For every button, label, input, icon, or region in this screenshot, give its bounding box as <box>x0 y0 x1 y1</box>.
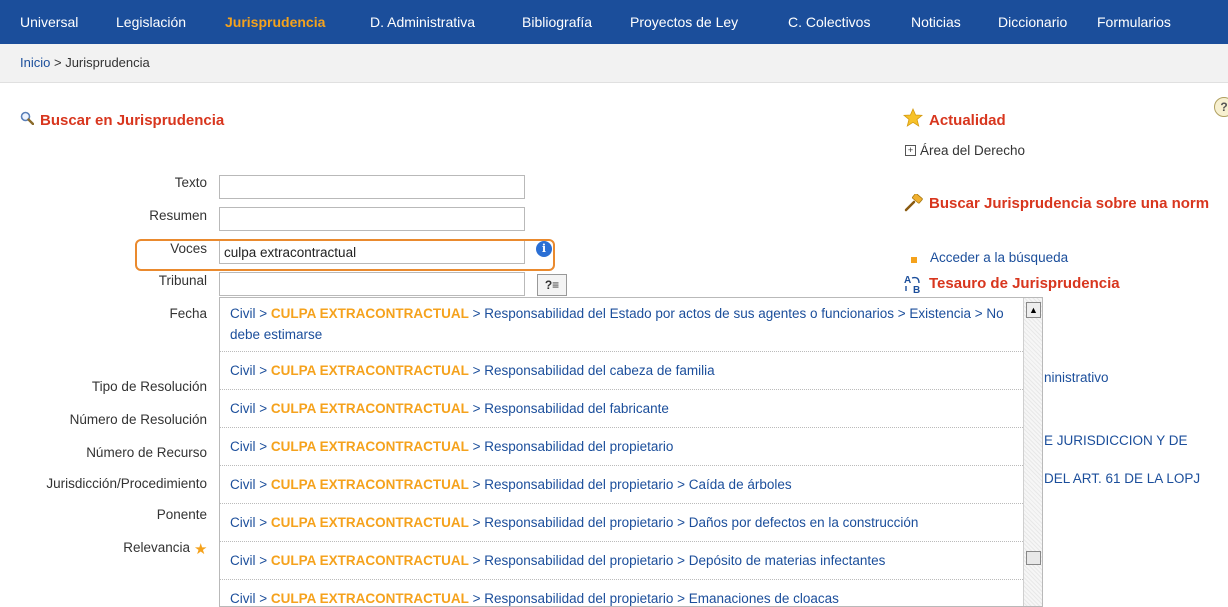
autocomplete-option[interactable]: Civil > CULPA EXTRACONTRACTUAL > Respons… <box>220 390 1023 428</box>
nav-formularios[interactable]: Formularios <box>1097 0 1171 44</box>
scroll-up-arrow-icon[interactable]: ▲ <box>1026 302 1041 318</box>
label-numero-recurso: Número de Recurso <box>86 445 207 460</box>
magnifier-icon <box>20 111 34 125</box>
option-text: > Responsabilidad del propietario > Daño… <box>468 515 919 530</box>
label-tipo-resolucion: Tipo de Resolución <box>91 379 207 394</box>
option-keyword: CULPA EXTRACONTRACTUAL <box>270 363 469 378</box>
option-prefix: Civil > <box>230 439 271 454</box>
autocomplete-option[interactable]: Civil > CULPA EXTRACONTRACTUAL > Respons… <box>220 298 1023 352</box>
breadcrumb-bar: Inicio > Jurisprudencia <box>0 44 1228 83</box>
voces-highlight <box>135 239 555 271</box>
expand-icon: + <box>905 144 916 156</box>
tesauro-item-partial[interactable]: DEL ART. 61 DE LA LOPJ <box>1044 471 1200 486</box>
autocomplete-option[interactable]: Civil > CULPA EXTRACONTRACTUAL > Respons… <box>220 504 1023 542</box>
option-keyword: CULPA EXTRACONTRACTUAL <box>270 553 469 568</box>
thesaurus-button[interactable]: ?≡ <box>537 274 567 296</box>
autocomplete-scrollbar[interactable]: ▲ <box>1023 298 1042 606</box>
nav-diccionario[interactable]: Diccionario <box>998 0 1067 44</box>
option-prefix: Civil > <box>230 401 271 416</box>
star-icon <box>903 108 923 127</box>
breadcrumb-home[interactable]: Inicio <box>20 55 50 70</box>
option-prefix: Civil > <box>230 591 271 606</box>
acceder-busqueda-link[interactable]: Acceder a la búsqueda <box>930 250 1068 265</box>
nav-legislacion[interactable]: Legislación <box>116 0 186 44</box>
label-tribunal: Tribunal <box>158 273 207 288</box>
search-title: Buscar en Jurisprudencia <box>40 112 225 129</box>
breadcrumb: Inicio > Jurisprudencia <box>20 55 150 70</box>
autocomplete-option[interactable]: Civil > CULPA EXTRACONTRACTUAL > Respons… <box>220 428 1023 466</box>
nav-d-administrativa[interactable]: D. Administrativa <box>370 0 475 44</box>
option-text: > Responsabilidad del propietario > Eman… <box>468 591 839 606</box>
label-texto: Texto <box>174 175 207 190</box>
option-keyword: CULPA EXTRACONTRACTUAL <box>270 401 469 416</box>
info-icon[interactable]: i <box>536 241 552 257</box>
thesaurus-az-icon: A B <box>904 275 920 294</box>
top-nav: Universal Legislación Jurisprudencia D. … <box>0 0 1228 44</box>
label-fecha: Fecha <box>169 306 207 321</box>
autocomplete-option[interactable]: Civil > CULPA EXTRACONTRACTUAL > Respons… <box>220 466 1023 504</box>
star-icon: ★ <box>194 541 208 558</box>
option-keyword: CULPA EXTRACONTRACTUAL <box>270 439 469 454</box>
option-keyword: CULPA EXTRACONTRACTUAL <box>270 477 469 492</box>
option-prefix: Civil > <box>230 363 271 378</box>
autocomplete-option[interactable]: Civil > CULPA EXTRACONTRACTUAL > Respons… <box>220 352 1023 390</box>
tesauro-item-partial[interactable]: ninistrativo <box>1044 370 1109 385</box>
help-icon[interactable]: ? <box>1214 97 1228 117</box>
gavel-icon <box>904 194 923 212</box>
area-derecho-link[interactable]: + Área del Derecho <box>905 143 1025 158</box>
option-keyword: CULPA EXTRACONTRACTUAL <box>270 306 469 321</box>
nav-proyectos-de-ley[interactable]: Proyectos de Ley <box>630 0 738 44</box>
option-keyword: CULPA EXTRACONTRACTUAL <box>270 591 469 606</box>
option-prefix: Civil > <box>230 477 271 492</box>
bullet-icon <box>911 257 917 263</box>
option-prefix: Civil > <box>230 515 271 530</box>
option-text: > Responsabilidad del propietario > Depó… <box>468 553 886 568</box>
option-prefix: Civil > <box>230 553 271 568</box>
texto-input[interactable] <box>219 175 525 199</box>
nav-universal[interactable]: Universal <box>20 0 78 44</box>
nav-bibliografia[interactable]: Bibliografía <box>522 0 592 44</box>
area-derecho-label: Área del Derecho <box>920 143 1026 158</box>
autocomplete-option[interactable]: Civil > CULPA EXTRACONTRACTUAL > Respons… <box>220 580 1023 606</box>
option-text: > Responsabilidad del propietario <box>468 439 674 454</box>
label-jurisdiccion: Jurisdicción/Procedimiento <box>46 476 207 491</box>
autocomplete-dropdown: Civil > CULPA EXTRACONTRACTUAL > Respons… <box>219 297 1043 607</box>
actualidad-title: Actualidad <box>929 112 1006 129</box>
label-numero-resolucion: Número de Resolución <box>69 412 207 427</box>
scrollbar-thumb[interactable] <box>1026 551 1041 565</box>
svg-text:A: A <box>904 275 911 286</box>
option-keyword: CULPA EXTRACONTRACTUAL <box>270 515 469 530</box>
breadcrumb-separator: > <box>53 55 62 70</box>
nav-jurisprudencia[interactable]: Jurisprudencia <box>225 0 325 44</box>
buscar-norma-title: Buscar Jurisprudencia sobre una norm <box>929 195 1210 212</box>
label-relevancia: Relevancia <box>123 540 190 555</box>
resumen-input[interactable] <box>219 207 525 231</box>
tesauro-item-partial[interactable]: E JURISDICCION Y DE <box>1044 433 1188 448</box>
option-text: > Responsabilidad del propietario > Caíd… <box>468 477 792 492</box>
breadcrumb-current: Jurisprudencia <box>65 55 150 70</box>
nav-c-colectivos[interactable]: C. Colectivos <box>788 0 870 44</box>
option-text: > Responsabilidad del cabeza de familia <box>468 363 715 378</box>
label-ponente: Ponente <box>156 507 207 522</box>
nav-noticias[interactable]: Noticias <box>911 0 961 44</box>
tribunal-input[interactable] <box>219 272 525 296</box>
option-text: > Responsabilidad del fabricante <box>468 401 669 416</box>
label-resumen: Resumen <box>149 208 207 223</box>
tesauro-title: Tesauro de Jurisprudencia <box>929 275 1120 292</box>
svg-text:B: B <box>913 285 920 294</box>
option-prefix: Civil > <box>230 306 271 321</box>
autocomplete-option[interactable]: Civil > CULPA EXTRACONTRACTUAL > Respons… <box>220 542 1023 580</box>
